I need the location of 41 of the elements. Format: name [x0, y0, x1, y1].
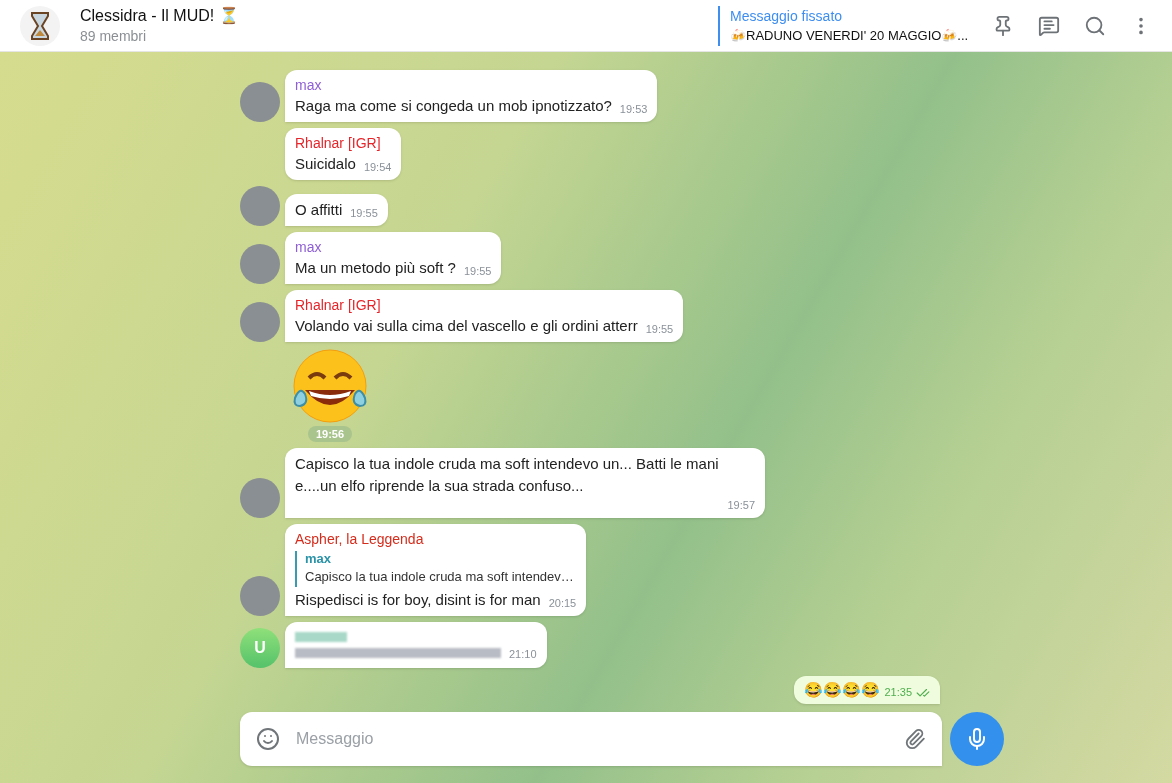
message-time: 21:10 [509, 647, 537, 662]
message-time: 19:56 [307, 426, 353, 442]
message-field[interactable]: Messaggio [296, 727, 888, 751]
pinned-message[interactable]: Messaggio fissato 🍻RADUNO VENERDI' 20 MAGGIO🍻... [718, 5, 968, 46]
member-count: 89 membri [80, 26, 148, 46]
sender-name[interactable]: Rhalnar [IGR] [295, 133, 392, 153]
message-time: 19:54 [363, 160, 392, 175]
sender-name[interactable]: max [295, 237, 492, 257]
hourglass-icon [31, 11, 49, 40]
message-text: Ma un metodo più soft ? [295, 258, 456, 278]
pinned-text: 🍻RADUNO VENERDI' 20 MAGGIO🍻... [730, 26, 968, 45]
hourglass-group-avatar[interactable] [20, 5, 60, 46]
message-time: 19:55 [350, 206, 378, 221]
reply-sender: max [305, 551, 333, 567]
message-text: Raga ma come si congeda un mob ipnotizzato? [295, 96, 612, 116]
message-time: 19:53 [619, 102, 648, 117]
message-text: Volando vai sulla cima del vascello e gli ordini atterr [295, 316, 638, 336]
message-time: 19:55 [645, 322, 674, 337]
message-time: 19:55 [463, 264, 492, 279]
reply-text: Capisco la tua indole cruda ma soft intendev… [305, 568, 575, 586]
message-text: O affitti [295, 200, 343, 220]
sender-name[interactable]: Aspher, la Leggenda [295, 529, 577, 549]
emoji-icon[interactable] [256, 727, 280, 751]
paperclip-icon[interactable] [904, 728, 926, 750]
message-text: 😂😂😂😂 [804, 680, 881, 700]
reply-quote[interactable]: max Capisco la tua indole cruda ma soft intendev… [295, 551, 577, 587]
chat-bubble-icon[interactable] [1038, 14, 1060, 37]
chat-title[interactable]: Clessidra - Il MUD! ⏳ [80, 5, 239, 26]
pinned-label: Messaggio fissato [730, 6, 844, 26]
sender-name[interactable]: Rhalnar [IGR] [295, 295, 674, 315]
message-input[interactable]: Messaggio [240, 712, 942, 766]
message-time: 20:15 [548, 596, 577, 611]
blurred-sender-name [295, 632, 347, 642]
message-time: 21:35 [884, 684, 912, 700]
microphone-button[interactable] [950, 712, 1004, 766]
sender-name[interactable]: max [295, 75, 648, 95]
message-time: 19:57 [727, 498, 755, 513]
search-icon[interactable] [1084, 14, 1106, 37]
message-text: Rispedisci is for boy, disint is for man [295, 590, 541, 610]
message-text: Capisco la tua indole cruda ma soft intendevo un... Batti le mani e....un elfo riprende la sua strada confuso... [295, 454, 720, 496]
message-text: Suicidalo [295, 154, 356, 174]
